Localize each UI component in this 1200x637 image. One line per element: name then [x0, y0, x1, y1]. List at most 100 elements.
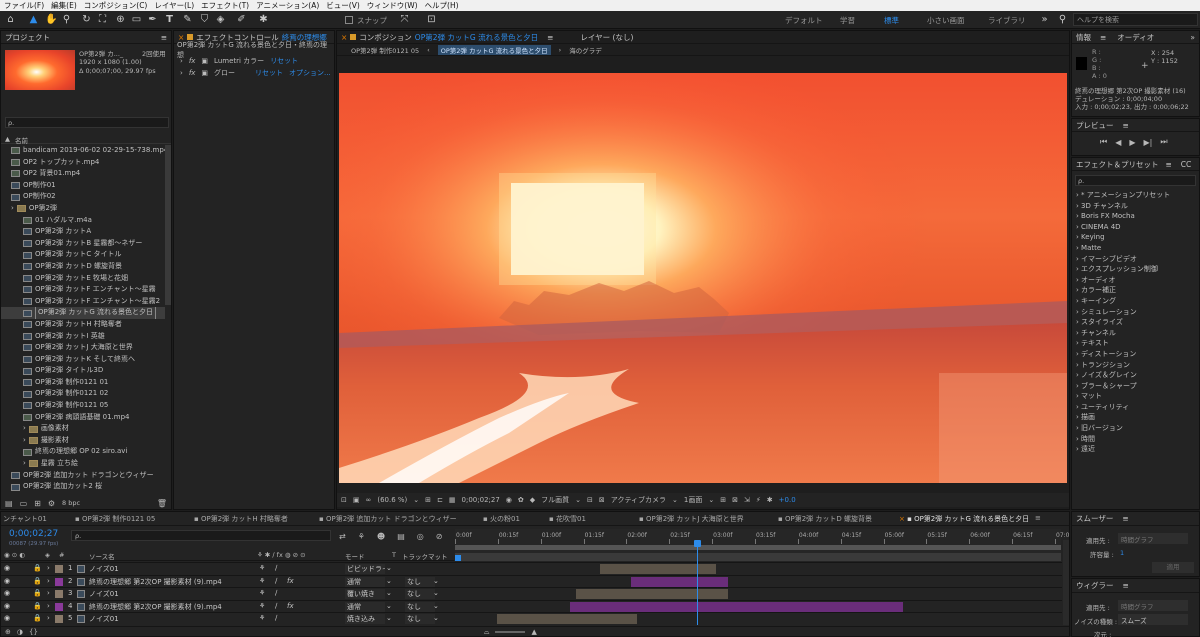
vr-icon[interactable]: ∞ — [366, 496, 372, 504]
help-search-input[interactable]: ヘルプを検索 — [1073, 13, 1198, 26]
timeline-tab[interactable]: ▪ OP第2弾 カットJ 大海原と世界 — [639, 514, 744, 524]
effect-category[interactable]: › カラー補正 — [1072, 285, 1199, 296]
effect-glow-row[interactable]: › fx ▣ グロー リセット オプション... — [174, 67, 334, 79]
fx-icon[interactable]: fx — [287, 602, 294, 610]
flowchart-icon[interactable]: ⇲ — [744, 496, 750, 504]
in-out-toggle-icon[interactable]: {} — [29, 628, 38, 636]
project-item[interactable]: OP第2弾 カットH 村略奪者 — [1, 319, 165, 331]
layer-name[interactable]: ノイズ01 — [89, 614, 119, 624]
snap-options-icon[interactable]: ⤧ — [398, 13, 411, 26]
clone-stamp-tool-icon[interactable]: ⛉ — [198, 13, 211, 26]
preview-tab[interactable]: プレビュー — [1076, 120, 1114, 131]
info-menu-icon[interactable]: ≡ — [1100, 33, 1106, 42]
shy-icon[interactable]: ⚘ — [259, 577, 265, 585]
track-matte-dropdown[interactable]: なし — [405, 601, 435, 612]
fx-icon[interactable]: fx — [189, 57, 196, 65]
interpret-footage-icon[interactable]: ▤ — [5, 499, 13, 508]
wiggler-apply-dropdown[interactable]: 時間グラフ — [1118, 600, 1188, 611]
visibility-eye-icon[interactable]: ◉ — [4, 577, 10, 585]
project-item[interactable]: OP第2弾 カットD 螺旋背景 — [1, 261, 165, 273]
visibility-eye-icon[interactable]: ◉ — [4, 589, 10, 597]
mask-tool-icon[interactable]: ▭ — [130, 13, 143, 26]
wiggler-tab[interactable]: ウィグラー — [1076, 580, 1114, 591]
snap-checkbox[interactable] — [345, 16, 353, 24]
workspace-overflow-icon[interactable]: » — [1038, 13, 1051, 26]
label-color-swatch[interactable] — [55, 565, 63, 573]
shy-icon[interactable]: ⚘ — [259, 614, 265, 622]
timeline-tab[interactable]: ▪ OP第2弾 追加カット ドラゴンとウィザー — [319, 514, 457, 524]
current-time-display[interactable]: 0;00;02;27 — [462, 496, 500, 504]
show-snapshot-icon[interactable]: ✿ — [518, 496, 524, 504]
project-settings-icon[interactable]: ⚙ — [48, 499, 55, 508]
expand-icon[interactable]: › — [47, 577, 50, 585]
graph-editor-icon[interactable]: ⊘ — [436, 532, 443, 541]
switches-header[interactable]: ⚘ ✱ ∕ fx ◍ ⊘ ⊙ — [257, 551, 306, 559]
expand-icon[interactable]: › — [23, 423, 26, 435]
always-preview-icon[interactable]: ⊡ — [341, 496, 347, 504]
timeline-tab[interactable]: ▪ 火の粉01 — [483, 514, 520, 524]
project-item[interactable]: OP2 トップカット.mp4 — [1, 157, 165, 169]
quality-icon[interactable]: ∕ — [275, 614, 277, 622]
label-color-swatch[interactable] — [55, 602, 63, 611]
expand-icon[interactable]: › — [180, 57, 183, 65]
expand-icon[interactable]: › — [11, 203, 14, 215]
zoom-tool-icon[interactable]: ⚲ — [60, 13, 73, 26]
wiggler-noise-dropdown[interactable]: スムーズ — [1118, 614, 1188, 625]
menu-edit[interactable]: 編集(E) — [51, 0, 77, 11]
previous-frame-icon[interactable]: ◀ — [1115, 138, 1121, 147]
workspace-learn[interactable]: 学習 — [840, 15, 855, 26]
region-of-interest-icon[interactable]: ⊏ — [437, 496, 443, 504]
timeline-layer-row[interactable]: ◉ 🔒 › 2 終焉の理想郷 第2次OP 撮影素材 (9).mp4 ⚘ ∕ fx 通常 ⌄ なし ⌄ — [1, 574, 1062, 588]
quality-icon[interactable]: ∕ — [275, 564, 277, 572]
wiggler-menu-icon[interactable]: ≡ — [1123, 581, 1129, 590]
color-channel-icon[interactable]: ◆ — [530, 496, 535, 504]
type-tool-icon[interactable]: T — [163, 13, 176, 26]
effect-category[interactable]: › 遠近 — [1072, 444, 1199, 455]
play-icon[interactable]: ▶ — [1129, 138, 1135, 147]
timeline-tab[interactable]: ンチャント01 — [3, 514, 47, 524]
audio-tab[interactable]: オーディオ — [1117, 32, 1154, 43]
chevron-down-icon[interactable]: ⌄ — [575, 496, 581, 504]
expand-icon[interactable]: › — [47, 564, 50, 572]
expand-icon[interactable]: › — [23, 458, 26, 470]
smoother-apply-button[interactable]: 適用 — [1152, 562, 1194, 573]
timeline-tab[interactable]: ▪ OP第2弾 制作0121 05 — [75, 514, 155, 524]
track-matte-dropdown[interactable]: なし — [405, 614, 435, 624]
camera-dropdown[interactable]: アクティブカメラ — [611, 495, 666, 505]
effect-category[interactable]: › Keying — [1072, 232, 1199, 243]
effect-category[interactable]: › 描画 — [1072, 412, 1199, 423]
work-area-bar[interactable] — [455, 545, 1061, 550]
project-item[interactable]: OP第2弾 カットB 星霧都〜ネザー — [1, 238, 165, 250]
expand-icon[interactable]: › — [23, 435, 26, 447]
project-item[interactable]: › 撮影素材 — [1, 435, 165, 447]
project-item[interactable]: OP第2弾 制作0121 01 — [1, 377, 165, 389]
label-icon[interactable]: ◈ — [45, 551, 50, 559]
preview-2d-icon[interactable]: ▣ — [353, 496, 360, 504]
zoom-slider[interactable] — [495, 631, 526, 633]
project-column-header[interactable]: ▲ 名前 — [1, 134, 171, 145]
menu-composition[interactable]: コンポジション(C) — [84, 0, 148, 11]
region-icon[interactable]: ⊟ — [587, 496, 593, 504]
next-frame-icon[interactable]: ▶| — [1144, 138, 1153, 147]
chevron-down-icon[interactable]: ⌄ — [433, 602, 439, 610]
composition-tab[interactable]: コンポジション — [359, 32, 412, 43]
composition-tab-name[interactable]: OP第2弾 カットG 流れる景色と夕日 — [415, 32, 538, 43]
mode-header[interactable]: モード — [345, 551, 365, 561]
project-item[interactable]: OP第2弾 カットI 英雄 — [1, 331, 165, 343]
layer-duration-bar[interactable] — [576, 589, 728, 599]
effect-options-link[interactable]: オプション... — [289, 68, 331, 78]
effect-category[interactable]: › 時間 — [1072, 434, 1199, 445]
snap-edge-icon[interactable]: ⊡ — [425, 13, 438, 26]
effects-presets-tab[interactable]: エフェクト＆プリセット — [1076, 159, 1159, 170]
timeline-menu-icon[interactable]: ≡ — [1035, 514, 1041, 522]
layer-name[interactable]: ノイズ01 — [89, 589, 119, 599]
timeline-tab-active[interactable]: × ▪ OP第2弾 カットG 流れる景色と夕日 — [899, 514, 1029, 524]
time-navigator[interactable] — [455, 553, 1061, 561]
project-item[interactable]: OP第2弾 タイトル3D — [1, 365, 165, 377]
menu-effect[interactable]: エフェクト(T) — [201, 0, 249, 11]
shy-icon[interactable]: ⚘ — [259, 602, 265, 610]
layer-name[interactable]: 終焉の理想郷 第2次OP 撮影素材 (9).mp4 — [89, 602, 222, 612]
project-item[interactable]: OP2 背景01.mp4 — [1, 168, 165, 180]
layer-tab[interactable]: レイヤー (なし) — [580, 32, 633, 43]
project-item[interactable]: › 画像素材 — [1, 423, 165, 435]
